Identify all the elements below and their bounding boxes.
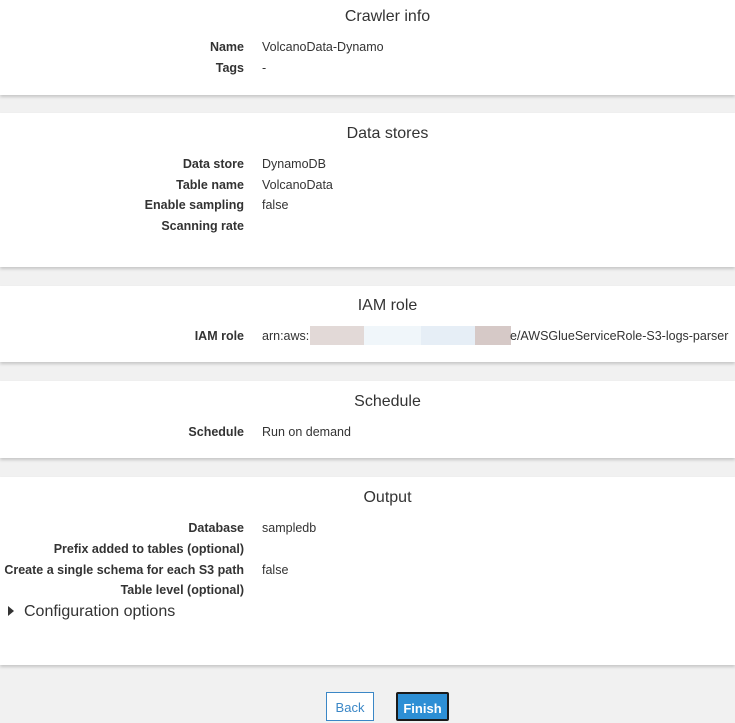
iam-role-section: IAM role IAM role arn:aws: e/AWSGlueServ… [0, 286, 735, 362]
single-schema-label: Create a single schema for each S3 path [4, 563, 244, 577]
scanning-rate-label: Scanning rate [161, 219, 244, 233]
prefix-label: Prefix added to tables (optional) [53, 542, 244, 556]
redacted-block [421, 326, 475, 345]
single-schema-row: Create a single schema for each S3 path … [0, 560, 735, 580]
tags-value: - [262, 61, 267, 75]
caret-right-icon [8, 605, 14, 616]
configuration-options-toggle[interactable]: Configuration options [8, 601, 175, 623]
iam-role-value-prefix: arn:aws: [262, 329, 310, 343]
table-level-row: Table level (optional) [0, 580, 735, 600]
name-label: Name [209, 40, 244, 54]
iam-role-label: IAM role [194, 329, 244, 343]
data-stores-title: Data stores [346, 125, 429, 142]
data-store-value: DynamoDB [262, 157, 326, 171]
schedule-row: Schedule Run on demand [0, 422, 735, 442]
redacted-block [364, 326, 421, 345]
name-value: VolcanoData-Dynamo [262, 40, 384, 54]
crawler-info-title: Crawler info [344, 8, 431, 25]
output-section: Output Database sampledb Prefix added to… [0, 477, 735, 665]
redacted-block [310, 326, 364, 345]
table-name-row: Table name VolcanoData [0, 175, 735, 195]
tags-label: Tags [215, 61, 244, 75]
data-stores-section: Data stores Data store DynamoDB Table na… [0, 113, 735, 267]
back-button[interactable]: Back [326, 692, 374, 721]
data-store-label: Data store [182, 157, 244, 171]
name-row: Name VolcanoData-Dynamo [0, 37, 735, 57]
enable-sampling-label: Enable sampling [144, 198, 244, 212]
iam-role-title: IAM role [357, 297, 418, 314]
prefix-row: Prefix added to tables (optional) [0, 539, 735, 559]
schedule-value: Run on demand [262, 425, 351, 439]
table-name-label: Table name [176, 178, 244, 192]
tags-row: Tags - [0, 58, 735, 78]
enable-sampling-row: Enable sampling false [0, 195, 735, 215]
database-label: Database [188, 521, 244, 535]
data-store-row: Data store DynamoDB [0, 154, 735, 174]
redacted-block [475, 326, 511, 345]
configuration-options-label: Configuration options [24, 603, 176, 620]
iam-role-row: IAM role arn:aws: e/AWSGlueServiceRole-S… [0, 326, 735, 346]
crawler-info-section: Crawler info Name VolcanoData-Dynamo Tag… [0, 0, 735, 95]
table-level-label: Table level (optional) [120, 583, 244, 597]
enable-sampling-value: false [262, 198, 289, 212]
schedule-title: Schedule [354, 393, 421, 410]
scanning-rate-row: Scanning rate [0, 216, 735, 236]
output-title: Output [363, 489, 412, 506]
schedule-label: Schedule [188, 425, 244, 439]
single-schema-value: false [262, 563, 289, 577]
database-value: sampledb [262, 521, 317, 535]
iam-role-value-suffix: e/AWSGlueServiceRole-S3-logs-parser [510, 329, 729, 343]
table-name-value: VolcanoData [262, 178, 333, 192]
schedule-section: Schedule Schedule Run on demand [0, 381, 735, 458]
finish-button[interactable]: Finish [396, 692, 449, 721]
database-row: Database sampledb [0, 518, 735, 538]
